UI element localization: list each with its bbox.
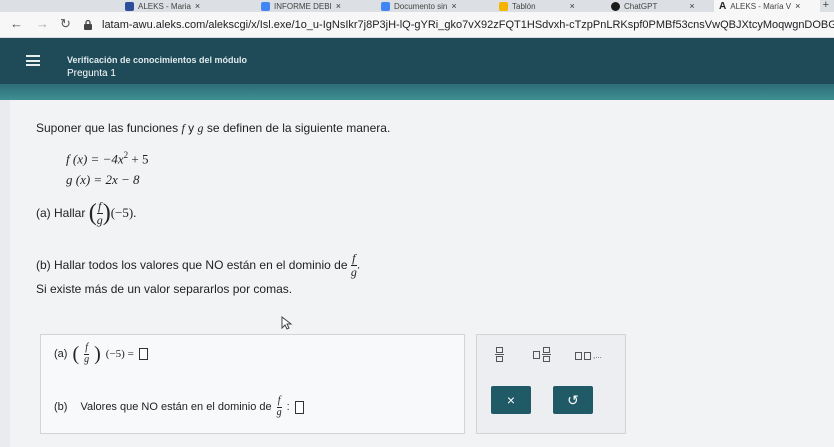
f-over-g-fraction: fg — [84, 342, 90, 365]
comma-list-tool-icon[interactable]: ,... — [575, 351, 602, 360]
g-definition: g (x) = 2x − 8 — [66, 172, 140, 187]
forward-arrow-icon[interactable]: → — [36, 16, 49, 31]
close-tab-icon[interactable]: × — [570, 1, 575, 11]
close-tab-icon[interactable]: × — [689, 1, 694, 11]
docs-favicon-icon — [381, 1, 390, 11]
tab-tablon[interactable]: Tablón × — [494, 0, 600, 12]
problem-prompt: Suponer que las funciones f y g se defin… — [36, 121, 391, 135]
tab-informe[interactable]: INFORME DEBI × — [256, 0, 366, 12]
aleks-a-icon: A — [719, 0, 727, 12]
back-arrow-icon[interactable]: ← — [10, 16, 23, 31]
close-tab-icon[interactable]: × — [451, 1, 456, 11]
tab-label: ALEKS - María V — [730, 1, 792, 11]
lock-icon — [82, 19, 94, 31]
f-definition: f (x) = −4x2 + 5 — [66, 150, 149, 167]
chatgpt-favicon-icon — [611, 1, 620, 11]
undo-button[interactable]: ↺ — [553, 386, 593, 414]
url-text: latam-awu.aleks.com/alekscgi/x/Isl.exe/1… — [102, 19, 834, 31]
reload-icon[interactable]: ↻ — [60, 16, 71, 32]
answer-a-input[interactable] — [138, 348, 148, 360]
tab-label: ALEKS - Maria — [138, 1, 191, 11]
browser-tab-strip: ALEKS - Maria × INFORME DEBI × Documento… — [0, 0, 834, 12]
part-b: (b) Hallar todos los valores que NO está… — [36, 251, 361, 279]
fraction-tool-icon[interactable] — [495, 347, 504, 362]
tab-label: Documento sin — [394, 1, 448, 11]
mixed-number-tool-icon[interactable] — [533, 347, 551, 362]
answer-b-input[interactable] — [294, 400, 304, 414]
tab-documento[interactable]: Documento sin × — [376, 0, 486, 12]
tab-label: Tablón — [512, 1, 536, 11]
new-tab-icon[interactable]: + — [823, 0, 829, 11]
math-tools-panel: ,... — [476, 334, 626, 434]
url-field[interactable]: latam-awu.aleks.com/alekscgi/x/Isl.exe/1… — [82, 15, 834, 35]
tab-aleks-1[interactable]: ALEKS - Maria × — [120, 0, 250, 12]
answer-a-row: (a) (f g) (−5) = — [54, 342, 148, 365]
f-over-g-fraction: fg — [276, 395, 282, 418]
tab-aleks-active[interactable]: A ALEKS - María V × — [714, 0, 820, 12]
docs-favicon-icon — [261, 1, 270, 11]
mouse-cursor-icon — [281, 315, 293, 330]
tab-label: INFORME DEBI — [274, 1, 332, 11]
close-tab-icon[interactable]: × — [195, 1, 200, 11]
tab-chatgpt[interactable]: ChatGPT × — [606, 0, 710, 12]
part-a: (a) Hallar (f g)(−5). — [36, 199, 137, 227]
close-tab-icon[interactable]: × — [336, 1, 341, 11]
question-label: Pregunta 1 — [67, 68, 116, 79]
clear-button[interactable]: × — [491, 386, 531, 414]
close-tab-icon[interactable]: × — [795, 1, 800, 11]
aleks-favicon-icon — [125, 1, 134, 11]
answer-b-row: (b) Valores que NO están en el dominio d… — [54, 395, 304, 418]
module-title: Verificación de conocimientos del módulo — [67, 55, 248, 65]
classroom-favicon-icon — [499, 1, 508, 11]
menu-icon[interactable] — [26, 55, 40, 66]
address-bar: ← → ↻ latam-awu.aleks.com/alekscgi/x/Isl… — [0, 12, 834, 38]
note-text: Si existe más de un valor separarlos por… — [36, 282, 293, 296]
header-band — [0, 84, 834, 100]
tab-label: ChatGPT — [624, 1, 658, 11]
